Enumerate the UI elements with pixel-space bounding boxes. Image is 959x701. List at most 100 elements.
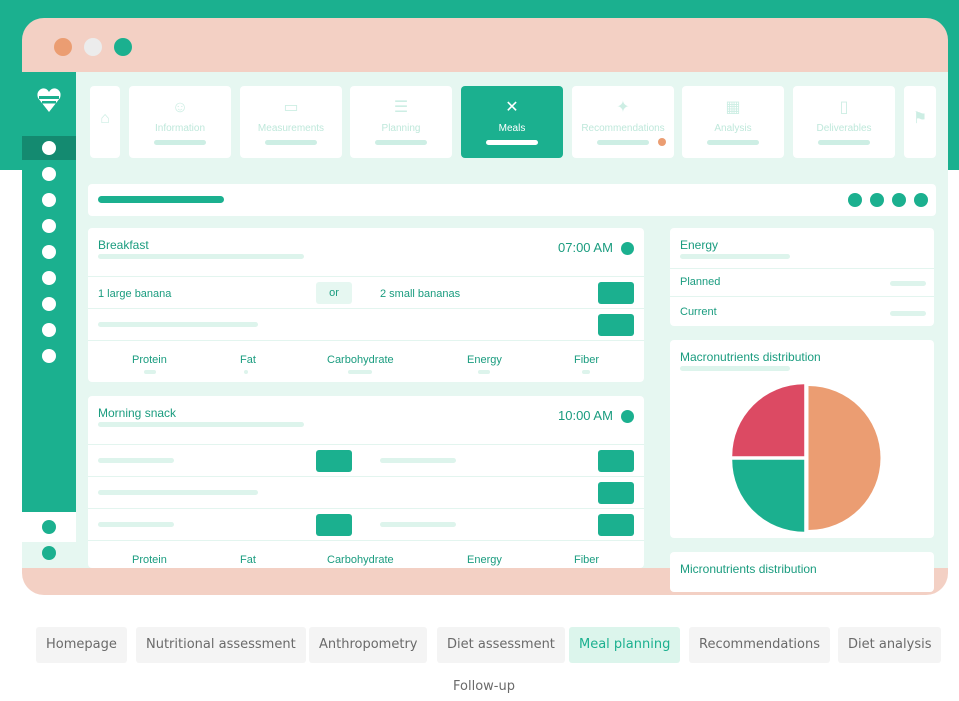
nutrient-bar bbox=[582, 370, 590, 374]
tab-label: Analysis bbox=[714, 123, 752, 134]
nutrient-fat: Fat bbox=[240, 554, 256, 566]
row-divider bbox=[88, 340, 644, 341]
macro-subtitle-placeholder bbox=[680, 366, 790, 371]
tab-information[interactable]: ☺ Information bbox=[129, 86, 231, 158]
meal-title: Breakfast bbox=[98, 238, 149, 252]
progress-header bbox=[88, 184, 936, 216]
nutrient-bar bbox=[348, 370, 372, 374]
row-divider bbox=[88, 308, 644, 309]
row-divider bbox=[88, 276, 644, 277]
food-option-a[interactable]: 1 large banana bbox=[98, 288, 171, 300]
tab-meals[interactable]: ✕ Meals bbox=[461, 86, 563, 158]
progress-bar bbox=[98, 196, 224, 203]
sidebar bbox=[22, 72, 76, 568]
tab-label: Recommendations bbox=[581, 123, 665, 134]
nutrient-energy: Energy bbox=[467, 354, 502, 366]
energy-planned-label: Planned bbox=[680, 276, 721, 288]
nav-diet-assessment[interactable]: Diet assessment bbox=[437, 627, 565, 663]
micronutrients-card: Micronutrients distribution bbox=[670, 552, 934, 592]
nutrient-energy: Energy bbox=[467, 554, 502, 566]
notification-dot bbox=[658, 138, 666, 146]
sidebar-item-6[interactable] bbox=[42, 271, 56, 285]
energy-subtitle-placeholder bbox=[680, 254, 790, 259]
food-quantity-button[interactable] bbox=[598, 282, 634, 304]
sidebar-bottom-item-1[interactable] bbox=[42, 520, 56, 534]
pie-slice-orange bbox=[808, 386, 881, 530]
nav-follow-up[interactable]: Follow-up bbox=[445, 673, 523, 701]
tab-label: Planning bbox=[381, 123, 421, 134]
tab-measurements[interactable]: ▭ Measurements bbox=[240, 86, 342, 158]
food-option-button[interactable] bbox=[316, 450, 352, 472]
energy-planned-value bbox=[890, 281, 926, 286]
nav-nutritional-assessment[interactable]: Nutritional assessment bbox=[136, 627, 306, 663]
tab-underline bbox=[375, 140, 427, 145]
tab-underline bbox=[597, 140, 649, 145]
nutrient-bar bbox=[144, 370, 156, 374]
window-dot-orange[interactable] bbox=[54, 38, 72, 56]
food-placeholder bbox=[98, 458, 174, 463]
tab-recommendations[interactable]: ✦ Recommendations bbox=[572, 86, 674, 158]
nutrient-fiber: Fiber bbox=[574, 354, 600, 366]
sidebar-item-3[interactable] bbox=[42, 193, 56, 207]
sidebar-bottom-item-2[interactable] bbox=[42, 546, 56, 560]
nutrient-fiber: Fiber bbox=[574, 554, 600, 566]
row-divider bbox=[670, 268, 934, 269]
step-dot[interactable] bbox=[848, 193, 862, 207]
fork-knife-icon: ✕ bbox=[505, 99, 519, 116]
micro-title: Micronutrients distribution bbox=[680, 562, 817, 576]
macronutrients-card: Macronutrients distribution bbox=[670, 340, 934, 538]
nutrient-protein: Protein bbox=[132, 554, 167, 566]
sidebar-item-9[interactable] bbox=[42, 349, 56, 363]
tab-followup[interactable]: ⚑ bbox=[904, 86, 936, 158]
nav-diet-analysis[interactable]: Diet analysis bbox=[838, 627, 942, 663]
window-dot-green[interactable] bbox=[114, 38, 132, 56]
macro-title: Macronutrients distribution bbox=[680, 350, 821, 364]
row-divider bbox=[670, 296, 934, 297]
food-placeholder bbox=[380, 522, 456, 527]
tab-planning[interactable]: ☰ Planning bbox=[350, 86, 452, 158]
meal-time: 07:00 AM bbox=[558, 240, 613, 255]
sidebar-item-5[interactable] bbox=[42, 245, 56, 259]
meal-title: Morning snack bbox=[98, 406, 177, 420]
step-dots bbox=[848, 193, 928, 207]
nav-meal-planning[interactable]: Meal planning bbox=[569, 627, 681, 663]
sidebar-item-8[interactable] bbox=[42, 323, 56, 337]
meal-subtitle-placeholder bbox=[98, 254, 304, 259]
food-placeholder bbox=[98, 322, 258, 327]
grid-icon: ▦ bbox=[725, 99, 741, 116]
sidebar-item-1[interactable] bbox=[42, 141, 56, 155]
window-dot-gray[interactable] bbox=[84, 38, 102, 56]
tab-underline bbox=[707, 140, 759, 145]
sidebar-item-2[interactable] bbox=[42, 167, 56, 181]
food-placeholder bbox=[98, 522, 174, 527]
tab-underline bbox=[154, 140, 206, 145]
nav-homepage[interactable]: Homepage bbox=[36, 627, 127, 663]
face-icon: ☺ bbox=[171, 99, 189, 116]
flag-icon: ⚑ bbox=[912, 110, 928, 127]
row-divider bbox=[88, 540, 644, 541]
energy-current-value bbox=[890, 311, 926, 316]
food-quantity-button[interactable] bbox=[598, 450, 634, 472]
tab-analysis[interactable]: ▦ Analysis bbox=[682, 86, 784, 158]
energy-title: Energy bbox=[680, 238, 719, 252]
pie-slice-red bbox=[732, 384, 805, 457]
tab-underline bbox=[265, 140, 317, 145]
step-dot[interactable] bbox=[870, 193, 884, 207]
step-dot[interactable] bbox=[914, 193, 928, 207]
meal-status-dot[interactable] bbox=[621, 242, 634, 255]
food-quantity-button[interactable] bbox=[598, 482, 634, 504]
food-option-button[interactable] bbox=[316, 514, 352, 536]
food-quantity-button[interactable] bbox=[598, 314, 634, 336]
step-dot[interactable] bbox=[892, 193, 906, 207]
food-option-b[interactable]: 2 small bananas bbox=[380, 288, 460, 300]
sidebar-item-7[interactable] bbox=[42, 297, 56, 311]
meal-status-dot[interactable] bbox=[621, 410, 634, 423]
breakfast-card: Breakfast 07:00 AM 1 large banana or 2 s… bbox=[88, 228, 644, 382]
food-quantity-button[interactable] bbox=[598, 514, 634, 536]
tab-deliverables[interactable]: ▯ Deliverables bbox=[793, 86, 895, 158]
nav-anthropometry[interactable]: Anthropometry bbox=[309, 627, 428, 663]
tab-home[interactable]: ⌂ bbox=[90, 86, 120, 158]
nav-recommendations[interactable]: Recommendations bbox=[689, 627, 831, 663]
nutrient-protein: Protein bbox=[132, 354, 167, 366]
sidebar-item-4[interactable] bbox=[42, 219, 56, 233]
